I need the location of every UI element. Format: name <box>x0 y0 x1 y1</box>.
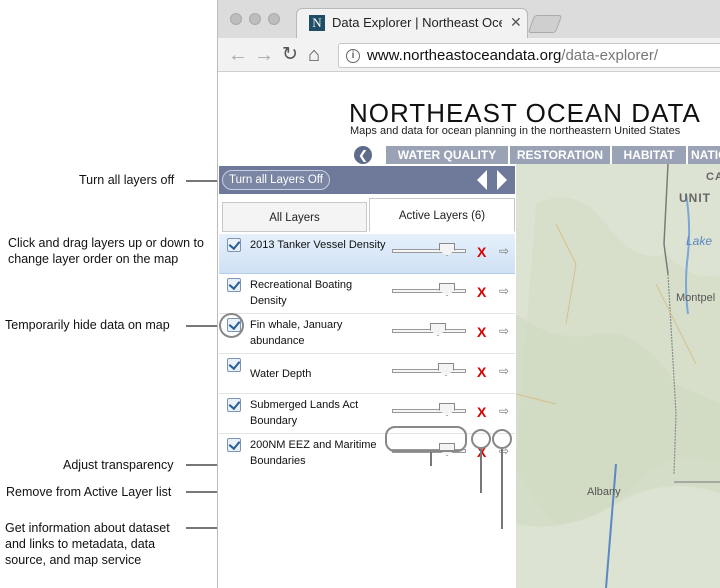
url-text: www.northeastoceandata.org/data-explorer… <box>367 47 658 64</box>
transparency-slider-thumb[interactable] <box>439 283 455 296</box>
browser-toolbar: ← → ↻ ⌂ i www.northeastoceandata.org/dat… <box>218 38 720 72</box>
layer-info-icon[interactable]: ⇨ <box>499 244 509 258</box>
layer-row[interactable]: Recreational Boating Density X ⇨ <box>219 274 515 314</box>
map-label: Lake <box>686 234 713 248</box>
remove-layer-icon[interactable]: X <box>477 404 486 420</box>
topic-nav: WATER QUALITY RESTORATION HABITAT NATIO <box>386 146 720 164</box>
reload-icon[interactable]: ↻ <box>282 44 298 66</box>
tab-strip: N Data Explorer | Northeast Ocean ✕ <box>218 0 720 39</box>
remove-layer-icon[interactable]: X <box>477 364 486 380</box>
site-favicon-icon: N <box>309 15 325 31</box>
map-label: CA <box>706 171 720 183</box>
transparency-slider-track[interactable] <box>392 369 466 373</box>
screenshot-root: Turn all layers off Click and drag layer… <box>0 0 720 588</box>
tab-all-layers[interactable]: All Layers <box>222 202 367 232</box>
back-arrow-icon[interactable]: ← <box>228 44 248 66</box>
forward-arrow-icon[interactable]: → <box>254 44 274 66</box>
browser-tab-active[interactable]: N Data Explorer | Northeast Ocean ✕ <box>296 8 528 39</box>
topic-national[interactable]: NATIO <box>688 146 720 164</box>
callout-ring-slider <box>385 426 467 452</box>
zoom-window-button[interactable] <box>268 13 280 25</box>
transparency-slider-thumb[interactable] <box>430 323 446 336</box>
callout-ring-info <box>492 429 512 449</box>
layer-visibility-checkbox[interactable] <box>227 438 241 452</box>
annotation-hide-data: Temporarily hide data on map <box>5 318 170 332</box>
url-host: www.northeastoceandata.org <box>367 47 562 64</box>
topic-restoration[interactable]: RESTORATION <box>510 146 612 164</box>
tab-title: Data Explorer | Northeast Ocean <box>332 15 502 30</box>
map-terrain <box>516 164 720 588</box>
turn-all-layers-off-button[interactable]: Turn all Layers Off <box>222 170 330 190</box>
topic-water-quality[interactable]: WATER QUALITY <box>386 146 510 164</box>
collapse-left-icon[interactable] <box>477 170 487 190</box>
annotation-line <box>186 325 220 327</box>
topic-habitat[interactable]: HABITAT <box>612 146 688 164</box>
layer-row[interactable]: Fin whale, January abundance X ⇨ <box>219 314 515 354</box>
close-window-button[interactable] <box>230 13 242 25</box>
layer-info-icon[interactable]: ⇨ <box>499 284 509 298</box>
remove-layer-icon[interactable]: X <box>477 324 486 340</box>
annotation-drag-reorder: Click and drag layers up or down to chan… <box>8 236 204 266</box>
layer-visibility-checkbox[interactable] <box>227 238 241 252</box>
url-path: /data-explorer/ <box>561 47 659 64</box>
remove-layer-icon[interactable]: X <box>477 284 486 300</box>
layer-visibility-checkbox[interactable] <box>227 278 241 292</box>
layer-name: Recreational Boating Density <box>250 279 353 307</box>
map-label: Albany <box>587 486 621 498</box>
layer-info-icon[interactable]: ⇨ <box>499 404 509 418</box>
layer-row[interactable]: Submerged Lands Act Boundary X ⇨ <box>219 394 515 434</box>
panel-toolbar: Turn all Layers Off <box>219 166 515 194</box>
transparency-slider-thumb[interactable] <box>439 403 455 416</box>
remove-layer-icon[interactable]: X <box>477 244 486 260</box>
layer-name: Submerged Lands Act Boundary <box>250 399 359 427</box>
callout-ring-remove <box>471 429 491 449</box>
annotation-remove-layer: Remove from Active Layer list <box>6 485 172 499</box>
layer-info-icon[interactable]: ⇨ <box>499 364 509 378</box>
annotation-line <box>430 452 432 466</box>
annotation-get-info: Get information about dataset and links … <box>5 521 170 567</box>
annotation-line <box>186 180 219 182</box>
layer-tabs: All Layers Active Layers (6) <box>219 194 515 262</box>
site-info-icon[interactable]: i <box>346 49 360 63</box>
site-subtitle: Maps and data for ocean planning in the … <box>350 125 681 137</box>
transparency-slider-thumb[interactable] <box>439 243 455 256</box>
annotation-adjust-transparency: Adjust transparency <box>63 458 174 472</box>
layer-visibility-checkbox[interactable] <box>227 398 241 412</box>
address-bar[interactable]: i www.northeastoceandata.org/data-explor… <box>338 43 720 68</box>
map-label: UNIT <box>679 191 711 205</box>
browser-window: N Data Explorer | Northeast Ocean ✕ ← → … <box>217 0 720 588</box>
callout-ring-checkbox <box>219 313 244 338</box>
layer-name: 200NM EEZ and Maritime Boundaries <box>250 439 377 467</box>
new-tab-button[interactable] <box>527 15 563 33</box>
layer-name: Water Depth <box>250 368 312 380</box>
expand-right-icon[interactable] <box>497 170 507 190</box>
layer-info-icon[interactable]: ⇨ <box>499 324 509 338</box>
layer-row[interactable]: Water Depth X ⇨ <box>219 354 515 394</box>
map-view[interactable]: CA UNIT Lake Montpel Albany <box>516 164 720 588</box>
annotation-turn-all-off: Turn all layers off <box>79 173 175 187</box>
layer-row[interactable]: 2013 Tanker Vessel Density X ⇨ <box>219 234 515 274</box>
home-icon[interactable]: ⌂ <box>308 44 320 66</box>
topic-back-icon[interactable]: ❮ <box>354 146 372 164</box>
tab-close-icon[interactable]: ✕ <box>510 14 522 31</box>
transparency-slider-thumb[interactable] <box>438 363 454 376</box>
layer-visibility-checkbox[interactable] <box>227 358 241 372</box>
annotation-line <box>501 449 503 529</box>
transparency-slider-track[interactable] <box>392 329 466 333</box>
map-label: Montpel <box>676 292 716 304</box>
annotation-line <box>480 449 482 493</box>
layer-panel: Turn all Layers Off All Layers Active La… <box>219 166 515 588</box>
layer-name: Fin whale, January abundance <box>250 319 343 347</box>
layer-name: 2013 Tanker Vessel Density <box>250 239 386 251</box>
tab-active-layers[interactable]: Active Layers (6) <box>369 198 515 232</box>
minimize-window-button[interactable] <box>249 13 261 25</box>
web-page: NORTHEAST OCEAN DATA Maps and data for o… <box>218 73 720 588</box>
